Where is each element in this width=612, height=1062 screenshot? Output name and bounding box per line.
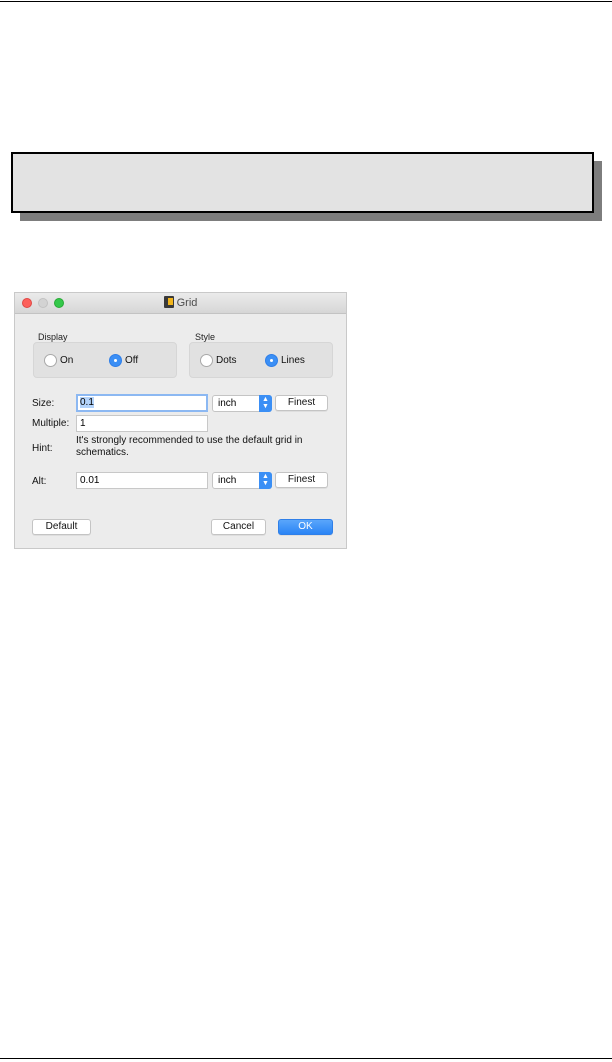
chevron-updown-icon: ▲ ▼ — [259, 395, 272, 412]
bottom-rule — [0, 1058, 612, 1059]
style-group-label: Style — [195, 332, 216, 342]
display-on-label[interactable]: On — [60, 355, 73, 366]
alt-input[interactable]: 0.01 — [76, 472, 208, 489]
alt-unit-select[interactable]: inch ▲ ▼ — [212, 472, 272, 489]
display-group: On Off — [33, 342, 177, 378]
display-on-radio[interactable] — [44, 354, 57, 367]
cancel-button[interactable]: Cancel — [211, 519, 266, 535]
hint-text-line1: It's strongly recommended to use the def… — [76, 435, 303, 446]
alt-unit-value: inch — [218, 475, 237, 486]
alt-label: Alt: — [32, 476, 47, 487]
chevron-updown-icon: ▲ ▼ — [259, 472, 272, 489]
style-lines-label[interactable]: Lines — [281, 355, 305, 366]
style-dots-label[interactable]: Dots — [216, 355, 237, 366]
style-lines-radio[interactable] — [265, 354, 278, 367]
hint-label: Hint: — [32, 443, 53, 454]
style-dots-radio[interactable] — [200, 354, 213, 367]
size-unit-value: inch — [218, 398, 237, 409]
window-title-area: Grid — [15, 296, 346, 309]
size-input[interactable]: 0.1 — [76, 394, 208, 412]
callout-box — [11, 152, 594, 213]
size-unit-select[interactable]: inch ▲ ▼ — [212, 395, 272, 412]
display-group-label: Display — [38, 332, 68, 342]
ok-button[interactable]: OK — [278, 519, 333, 535]
alt-finest-button[interactable]: Finest — [275, 472, 328, 488]
multiple-input[interactable]: 1 — [76, 415, 208, 432]
book-icon — [163, 296, 174, 308]
title-bar[interactable]: Grid — [15, 293, 346, 314]
top-rule — [0, 1, 612, 2]
size-label: Size: — [32, 398, 55, 409]
style-group: Dots Lines — [189, 342, 333, 378]
display-off-label[interactable]: Off — [125, 355, 138, 366]
size-finest-button[interactable]: Finest — [275, 395, 328, 411]
display-off-radio[interactable] — [109, 354, 122, 367]
size-value: 0.1 — [80, 397, 94, 408]
hint-text: It's strongly recommended to use the def… — [76, 435, 344, 459]
default-button[interactable]: Default — [32, 519, 91, 535]
grid-dialog: Grid Display On Off Style Dots Lines Siz… — [14, 292, 347, 549]
hint-text-line2: schematics. — [76, 447, 129, 458]
window-title: Grid — [176, 297, 198, 309]
multiple-label: Multiple: — [32, 418, 70, 429]
